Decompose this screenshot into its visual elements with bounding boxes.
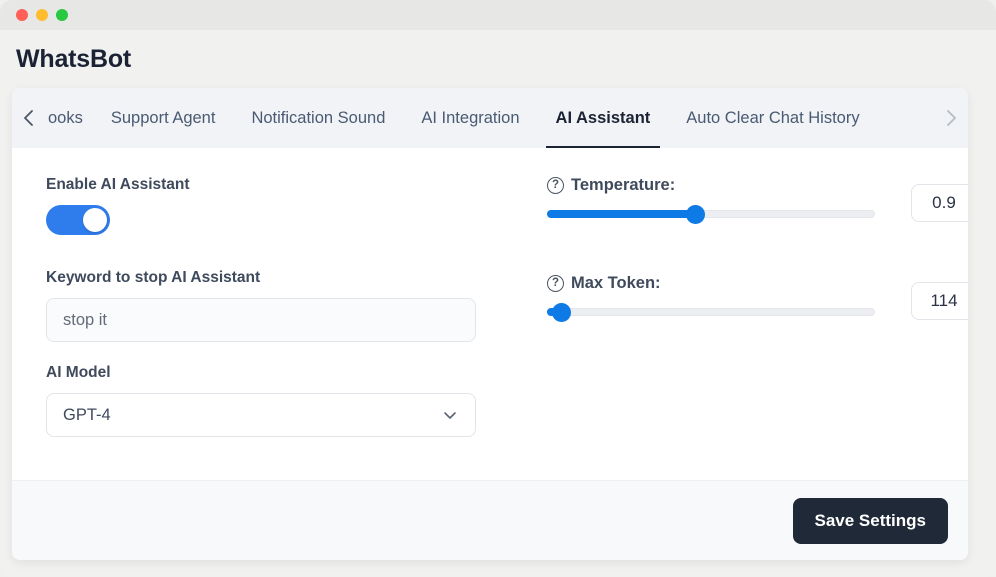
temperature-slider[interactable]: [547, 210, 875, 218]
tab-ai-assistant[interactable]: AI Assistant: [538, 88, 669, 148]
temperature-row: 0.9: [547, 210, 968, 222]
temperature-label-text: Temperature:: [571, 176, 675, 195]
temperature-slider-fill: [547, 210, 695, 218]
tab-label: AI Integration: [421, 109, 519, 128]
ai-model-value: GPT-4: [63, 406, 111, 425]
question-circle-icon[interactable]: ?: [547, 275, 564, 292]
chevron-left-icon: [23, 108, 35, 128]
window-close-button[interactable]: [16, 9, 28, 21]
tab-bar: ooks Support Agent Notification Sound AI…: [12, 88, 968, 148]
tab-label: Auto Clear Chat History: [686, 109, 859, 128]
tab-ai-integration[interactable]: AI Integration: [403, 88, 537, 148]
page-title: WhatsBot: [16, 45, 131, 74]
tab-list: ooks Support Agent Notification Sound AI…: [46, 88, 934, 148]
tab-label: AI Assistant: [556, 109, 651, 128]
tab-webhooks[interactable]: ooks: [46, 88, 93, 148]
ai-model-label: AI Model: [46, 364, 514, 382]
form-right-column: ? Temperature: 0.9: [514, 176, 968, 437]
card-footer: Save Settings: [12, 480, 968, 560]
max-token-slider[interactable]: [547, 308, 875, 316]
stop-keyword-label: Keyword to stop AI Assistant: [46, 269, 514, 287]
page-content: WhatsBot ooks Support Agent Not: [0, 30, 996, 577]
tab-support-agent[interactable]: Support Agent: [93, 88, 234, 148]
ai-model-select[interactable]: GPT-4: [46, 393, 476, 437]
form-left-column: Enable AI Assistant Keyword to stop AI A…: [46, 176, 514, 437]
max-token-row: 114: [547, 308, 968, 320]
window-titlebar: [0, 0, 996, 30]
tabs-scroll-right-button[interactable]: [934, 88, 968, 148]
window-minimize-button[interactable]: [36, 9, 48, 21]
tab-label: ooks: [48, 109, 83, 128]
chevron-down-icon: [441, 406, 459, 424]
max-token-label: ? Max Token:: [547, 274, 968, 293]
question-circle-icon[interactable]: ?: [547, 177, 564, 194]
max-token-value-box[interactable]: 114: [911, 282, 968, 320]
chevron-right-icon: [945, 108, 957, 128]
temperature-value-box[interactable]: 0.9: [911, 184, 968, 222]
max-token-value: 114: [930, 291, 957, 311]
enable-assistant-label: Enable AI Assistant: [46, 176, 514, 194]
tab-notification-sound[interactable]: Notification Sound: [233, 88, 403, 148]
settings-card: ooks Support Agent Notification Sound AI…: [12, 88, 968, 560]
temperature-slider-thumb[interactable]: [686, 205, 705, 224]
max-token-slider-thumb[interactable]: [552, 303, 571, 322]
tab-label: Support Agent: [111, 109, 216, 128]
window-maximize-button[interactable]: [56, 9, 68, 21]
os-window: WhatsBot ooks Support Agent Not: [0, 0, 996, 577]
save-settings-button[interactable]: Save Settings: [793, 498, 949, 544]
temperature-value: 0.9: [932, 193, 956, 213]
stop-keyword-input[interactable]: stop it: [46, 298, 476, 342]
tab-label: Notification Sound: [251, 109, 385, 128]
temperature-label: ? Temperature:: [547, 176, 968, 195]
enable-assistant-toggle[interactable]: [46, 205, 110, 235]
tab-auto-clear-chat-history[interactable]: Auto Clear Chat History: [668, 88, 877, 148]
stop-keyword-value: stop it: [63, 311, 107, 330]
settings-form: Enable AI Assistant Keyword to stop AI A…: [12, 148, 968, 480]
tabs-scroll-left-button[interactable]: [12, 88, 46, 148]
max-token-label-text: Max Token:: [571, 274, 661, 293]
toggle-knob: [83, 208, 107, 232]
